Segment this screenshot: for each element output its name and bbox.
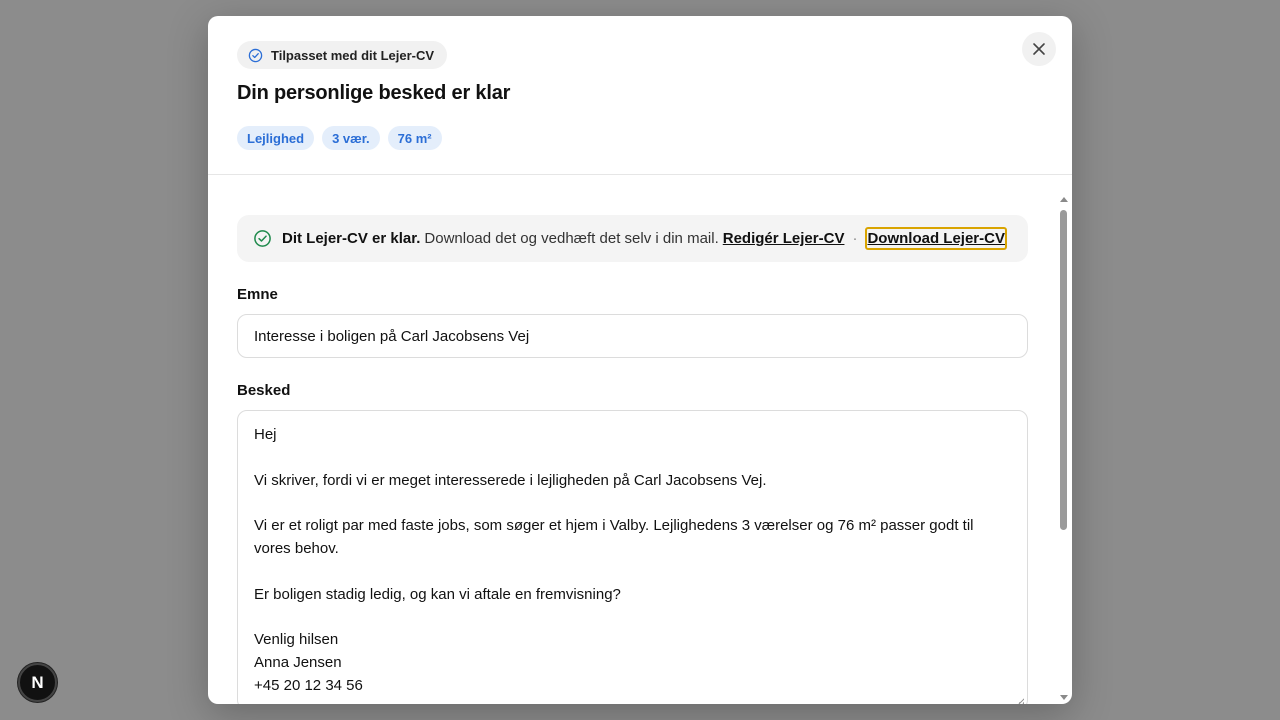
dialog-title: Din personlige besked er klar [237, 82, 511, 104]
notice-title: Dit Lejer-CV er klar. [282, 230, 421, 247]
message-line: Vi skriver, fordi vi er meget interesser… [254, 471, 767, 489]
context-chip-label: Tilpasset med dit Lejer-CV [271, 47, 435, 63]
message-textarea[interactable]: Hej Vi skriver, fordi vi er meget intere… [237, 410, 1028, 704]
message-line: Venlig hilsen [254, 631, 339, 649]
cv-ready-notice: Dit Lejer-CV er klar. Download det og ve… [237, 215, 1028, 262]
close-button[interactable] [1022, 32, 1056, 66]
message-line [254, 447, 1011, 470]
scroll-up-arrow-icon[interactable] [1060, 197, 1068, 202]
message-label: Besked [237, 382, 291, 399]
context-chip: Tilpasset med dit Lejer-CV [237, 41, 448, 69]
check-circle-icon [253, 229, 282, 248]
dev-tools-badge[interactable]: N [18, 663, 57, 702]
message-line [254, 606, 1011, 629]
property-tags: Lejlighed 3 vær. 76 m² [237, 126, 442, 150]
separator: · [852, 230, 858, 247]
scroll-down-arrow-icon[interactable] [1060, 695, 1068, 700]
message-line: +45 20 12 34 56 [254, 676, 363, 694]
dev-badge-label: N [31, 672, 44, 692]
resize-handle[interactable] [1016, 698, 1024, 704]
dialog-header: Tilpasset med dit Lejer-CV Din personlig… [208, 16, 1072, 175]
tag-type: Lejlighed [237, 126, 315, 150]
scrollbar[interactable] [1058, 195, 1070, 704]
tag-rooms: 3 vær. [322, 126, 380, 150]
notice-text: Download det og vedhæft det selv i din m… [424, 230, 719, 247]
message-line: Hej [254, 426, 277, 443]
subject-input[interactable] [237, 314, 1028, 358]
dialog-body: Dit Lejer-CV er klar. Download det og ve… [208, 176, 1072, 704]
check-circle-icon [248, 48, 263, 63]
close-icon [1032, 42, 1046, 56]
download-cv-link[interactable]: Download Lejer-CV [865, 227, 1007, 250]
message-line: Er boligen stadig ledig, og kan vi aftal… [254, 585, 621, 603]
message-line: Vi er et roligt par med faste jobs, som … [254, 517, 974, 557]
edit-cv-link[interactable]: Redigér Lejer-CV [723, 230, 845, 247]
tag-size: 76 m² [387, 126, 442, 150]
message-line [254, 561, 1011, 584]
message-line [254, 492, 1011, 515]
subject-label: Emne [237, 286, 278, 303]
message-line: Anna Jensen [254, 653, 342, 671]
message-dialog: Tilpasset med dit Lejer-CV Din personlig… [208, 16, 1072, 704]
scrollbar-thumb[interactable] [1060, 210, 1067, 530]
